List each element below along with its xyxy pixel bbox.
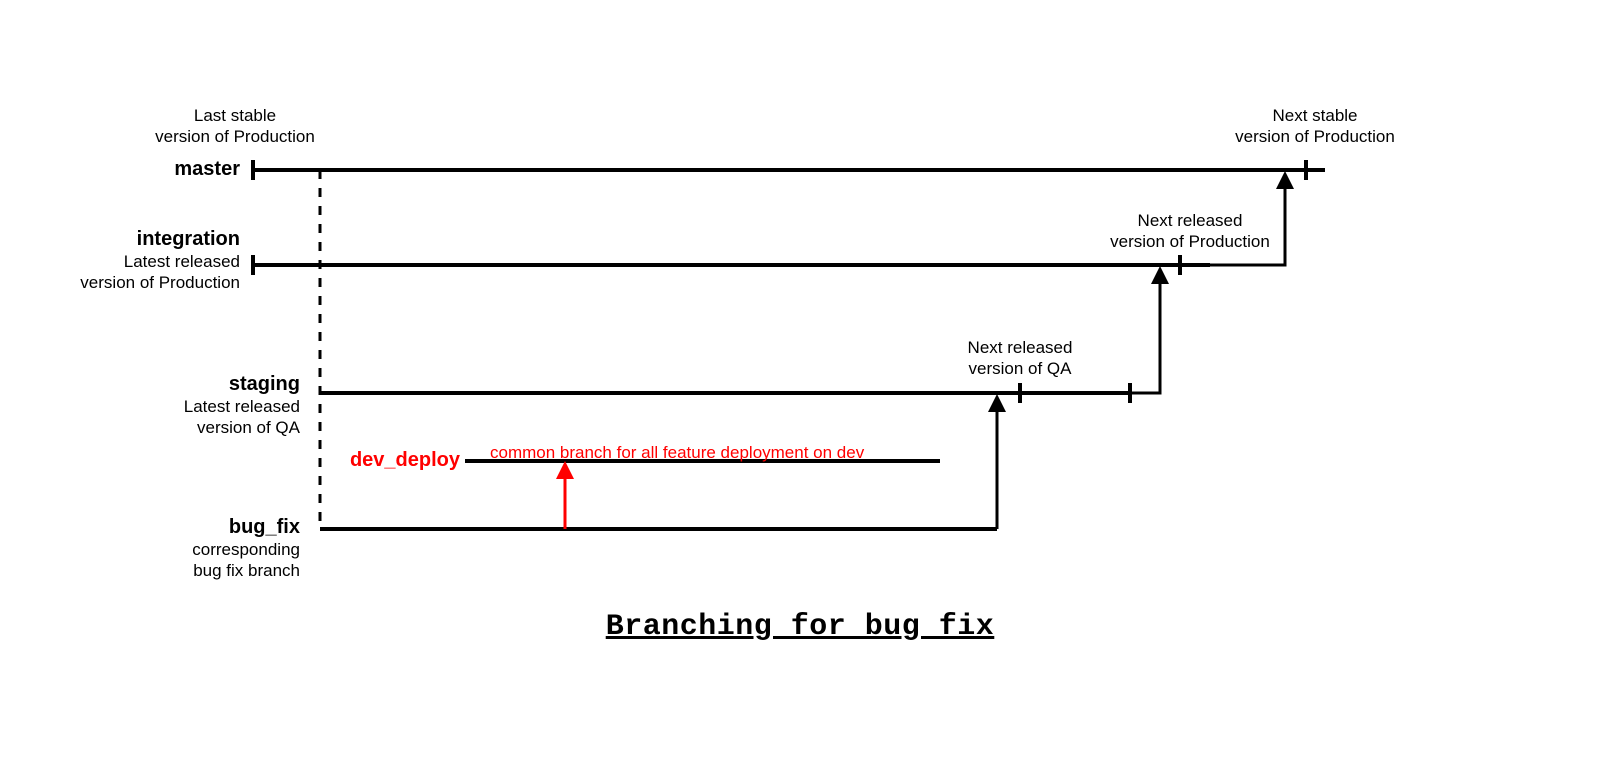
annotation-text: Last stable	[194, 106, 276, 125]
branch-name-text: staging	[60, 373, 300, 396]
branch-note-text: Latest released	[20, 251, 240, 272]
branch-name-text: integration	[20, 228, 240, 251]
title-text: Branching for bug fix	[606, 610, 995, 644]
branch-name-text: bug_fix	[60, 516, 300, 539]
branch-label-dev-deploy: dev_deploy	[260, 449, 460, 472]
annotation-text: Next released	[968, 338, 1073, 357]
annotation-next-released-qa: Next released version of QA	[930, 337, 1110, 380]
diagram-title: Branching for bug fix	[400, 610, 1200, 644]
branch-note-text: version of QA	[60, 417, 300, 438]
annotation-text: version of Production	[1235, 127, 1395, 146]
annotation-next-released-prod: Next released version of Production	[1080, 210, 1300, 253]
branch-note-text: corresponding	[60, 539, 300, 560]
branch-label-bug-fix: bug_fix corresponding bug fix branch	[60, 516, 300, 582]
annotation-text: Next released	[1138, 211, 1243, 230]
annotation-text: common branch for all feature deployment…	[490, 443, 864, 462]
branch-note-text: version of Production	[20, 272, 240, 293]
branch-label-master: master	[60, 158, 240, 181]
annotation-dev-deploy-caption: common branch for all feature deployment…	[490, 442, 910, 463]
branch-note-text: Latest released	[60, 396, 300, 417]
annotation-text: version of QA	[969, 359, 1072, 378]
annotation-text: Next stable	[1272, 106, 1357, 125]
branch-name-text: dev_deploy	[350, 449, 460, 471]
annotation-text: version of Production	[1110, 232, 1270, 251]
branch-label-integration: integration Latest released version of P…	[20, 228, 240, 294]
annotation-next-stable: Next stable version of Production	[1205, 105, 1425, 148]
branch-label-staging: staging Latest released version of QA	[60, 373, 300, 439]
annotation-text: version of Production	[155, 127, 315, 146]
branch-note-text: bug fix branch	[60, 560, 300, 581]
branch-name-text: master	[174, 158, 240, 180]
arrow-staging-to-integration	[1130, 275, 1160, 393]
annotation-last-stable: Last stable version of Production	[120, 105, 350, 148]
